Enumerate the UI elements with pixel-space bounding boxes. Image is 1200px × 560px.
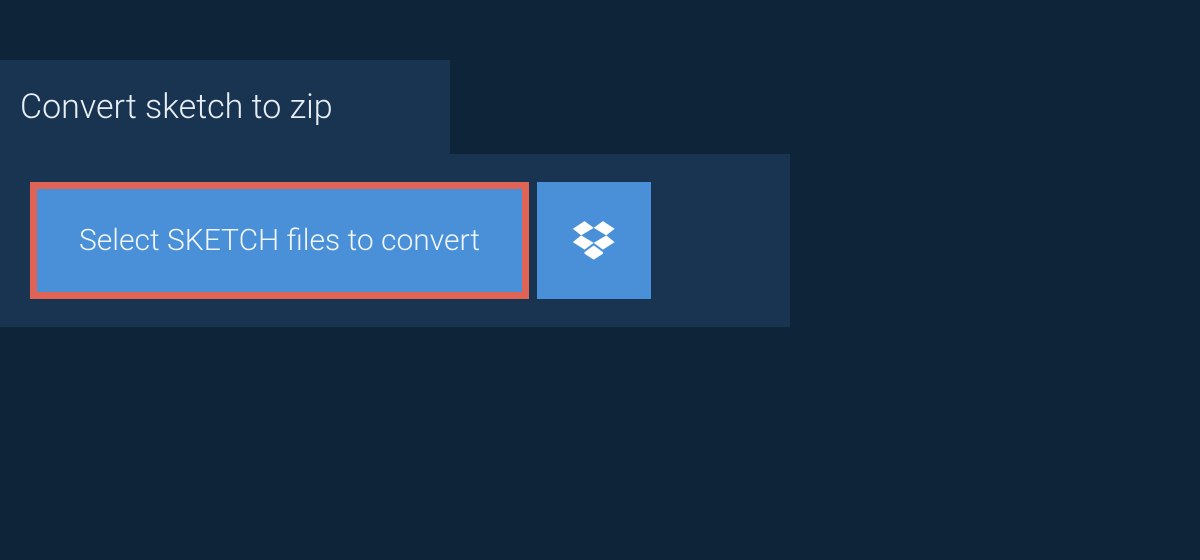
dropbox-button[interactable] <box>537 182 651 299</box>
select-files-highlight: Select SKETCH files to convert <box>30 182 529 299</box>
page-title: Convert sketch to zip <box>20 87 333 127</box>
select-files-button[interactable]: Select SKETCH files to convert <box>37 189 522 292</box>
tab-header: Convert sketch to zip <box>0 60 450 154</box>
button-row: Select SKETCH files to convert <box>30 182 760 299</box>
convert-panel: Select SKETCH files to convert <box>0 154 790 327</box>
dropbox-icon <box>572 217 616 264</box>
